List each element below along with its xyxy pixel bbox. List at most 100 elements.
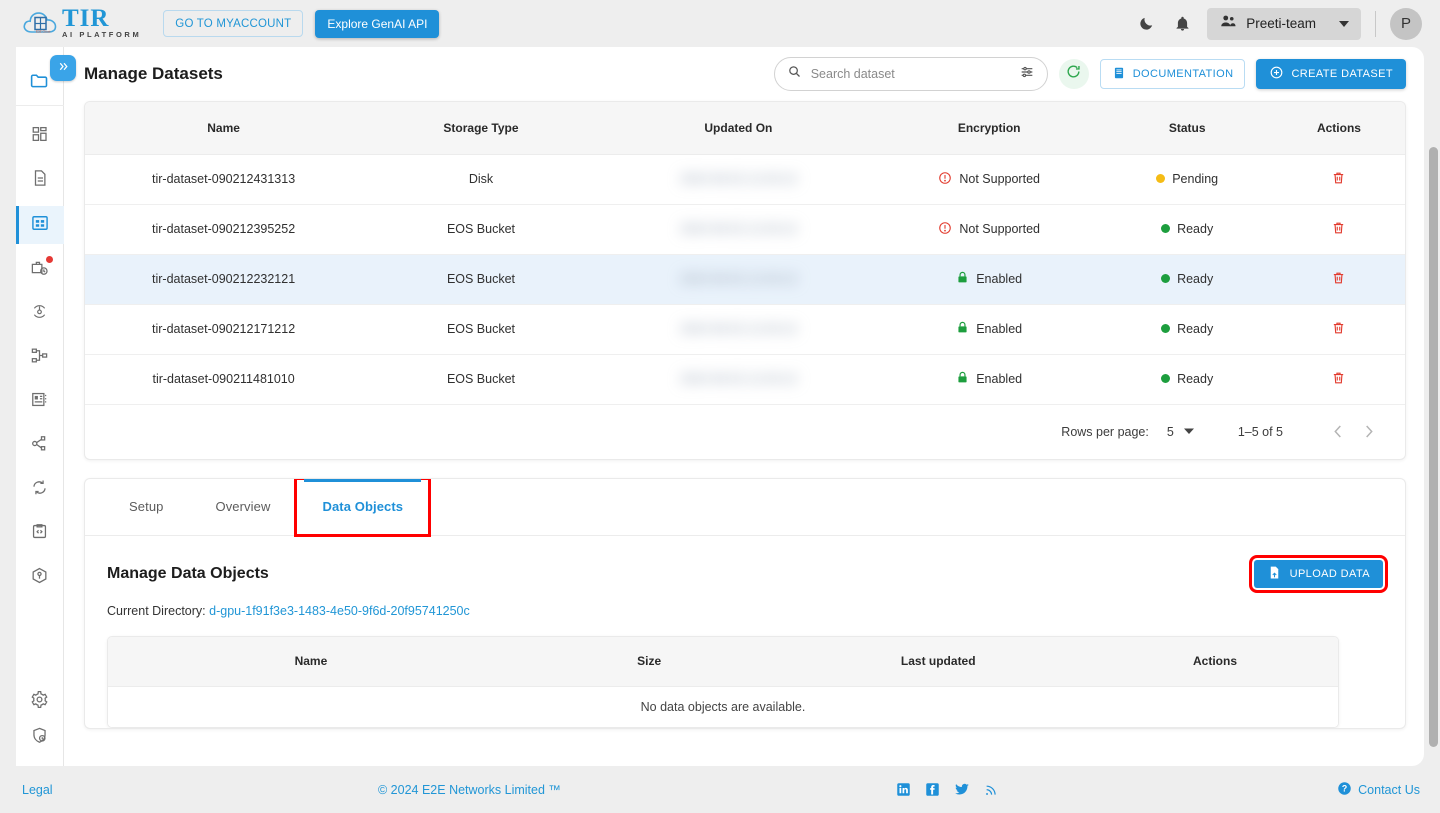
- rss-icon[interactable]: [984, 783, 998, 797]
- table-row[interactable]: tir-dataset-090211481010 EOS Bucket 2024-0…: [85, 354, 1405, 405]
- sidebar-item-jobs[interactable]: [16, 252, 64, 288]
- data-objects-table: Name Size Last updated Actions No data o…: [108, 636, 1338, 727]
- current-directory-link[interactable]: d-gpu-1f91f3e3-1483-4e50-9f6d-20f9574125…: [209, 604, 470, 618]
- avatar[interactable]: P: [1390, 7, 1422, 40]
- cell-actions: [1272, 204, 1405, 255]
- status-badge: Ready: [1177, 371, 1214, 386]
- status-badge: Ready: [1177, 221, 1214, 236]
- redacted-timestamp: 2024-09-02 12:43:13: [680, 222, 797, 236]
- svg-text:?: ?: [1342, 783, 1347, 793]
- facebook-icon[interactable]: [925, 782, 940, 797]
- sidebar-item-datasets[interactable]: [15, 206, 64, 244]
- lock-icon: [956, 271, 969, 287]
- data-objects-empty-row: No data objects are available.: [108, 686, 1338, 727]
- cell-encryption: Not Supported: [876, 154, 1102, 205]
- table-row[interactable]: tir-dataset-090212232121 EOS Bucket 2024-0…: [85, 254, 1405, 305]
- tab-overview[interactable]: Overview: [189, 479, 296, 535]
- sidebar-collapse-toggle[interactable]: [50, 55, 76, 81]
- sidebar-item-containers[interactable]: [16, 560, 64, 596]
- refresh-button[interactable]: [1058, 59, 1089, 89]
- table-row[interactable]: tir-dataset-090212431313 Disk 2024-09-02 1…: [85, 154, 1405, 205]
- trash-icon[interactable]: [1331, 322, 1346, 339]
- do-col-size: Size: [513, 636, 785, 687]
- explore-genai-api-button[interactable]: Explore GenAI API: [315, 9, 440, 38]
- trash-icon[interactable]: [1331, 372, 1346, 389]
- pagination-next-button[interactable]: [1353, 417, 1383, 447]
- do-col-last-updated: Last updated: [784, 636, 1092, 687]
- table-row[interactable]: tir-dataset-090212395252 EOS Bucket 2024-0…: [85, 204, 1405, 255]
- sidebar-item-sync[interactable]: [16, 472, 64, 508]
- sidebar-item-dashboard[interactable]: [16, 118, 64, 154]
- documentation-button[interactable]: DOCUMENTATION: [1099, 59, 1246, 89]
- do-col-name: Name: [108, 636, 514, 687]
- sidebar-item-model-repos[interactable]: [16, 384, 64, 420]
- sidebar-item-pipelines[interactable]: [16, 340, 64, 376]
- go-to-myaccount-button[interactable]: GO TO MYACCOUNT: [163, 10, 304, 37]
- page-scrollbar[interactable]: [1429, 57, 1438, 757]
- upload-data-button[interactable]: UPLOAD DATA: [1248, 554, 1389, 593]
- top-right-controls: Preeti-team P: [1135, 7, 1422, 40]
- pagination-bar: Rows per page: 5 1–5 of 5: [85, 405, 1405, 459]
- cell-actions: [1272, 154, 1405, 205]
- code-clipboard-icon: [30, 522, 49, 546]
- page-title: Manage Datasets: [84, 64, 223, 83]
- rows-per-page-select[interactable]: 5: [1167, 425, 1194, 439]
- encryption-label: Not Supported: [959, 172, 1040, 186]
- sidebar-item-notebooks[interactable]: [16, 162, 64, 198]
- cell-storage-type: EOS Bucket: [362, 254, 600, 305]
- team-selector[interactable]: Preeti-team: [1207, 7, 1361, 40]
- contact-us-label: Contact Us: [1358, 782, 1420, 797]
- encryption-label: Not Supported: [959, 222, 1040, 236]
- create-dataset-button[interactable]: CREATE DATASET: [1256, 59, 1406, 89]
- brand-logo[interactable]: E2E Cloud TIR AI PLATFORM: [22, 6, 141, 40]
- tab-label: Data Objects: [322, 499, 404, 514]
- table-row[interactable]: tir-dataset-090212171212 EOS Bucket 2024-0…: [85, 304, 1405, 355]
- plus-circle-icon: [1269, 65, 1284, 83]
- contact-us-link[interactable]: ? Contact Us: [1337, 781, 1420, 799]
- lock-icon: [956, 321, 969, 337]
- scrollbar-thumb[interactable]: [1429, 147, 1438, 747]
- col-name: Name: [85, 102, 363, 155]
- status-badge: Ready: [1177, 321, 1214, 336]
- encryption-label: Enabled: [976, 272, 1023, 286]
- cell-encryption: Not Supported: [876, 204, 1102, 255]
- pagination-prev-button[interactable]: [1323, 417, 1353, 447]
- trash-icon[interactable]: [1331, 222, 1346, 239]
- left-sidebar: [15, 47, 64, 766]
- tune-sliders-icon[interactable]: [1019, 64, 1035, 85]
- search-input[interactable]: [810, 67, 1019, 81]
- dataset-grid-icon: [30, 213, 50, 238]
- bell-icon[interactable]: [1171, 13, 1193, 35]
- cell-updated-on: 2024-09-02 12:43:13: [599, 304, 877, 355]
- search-dataset-box[interactable]: [773, 57, 1048, 91]
- cell-status: Ready: [1101, 254, 1273, 305]
- sidebar-item-deployments[interactable]: [16, 296, 64, 332]
- datasets-table-head: Name Storage Type Updated On Encryption …: [85, 102, 1405, 155]
- linkedin-icon[interactable]: [896, 782, 911, 797]
- top-navigation-bar: E2E Cloud TIR AI PLATFORM GO TO MYACCOUN…: [0, 0, 1440, 47]
- double-chevron-right-icon: [57, 60, 70, 76]
- trash-icon[interactable]: [1331, 272, 1346, 289]
- cell-actions: [1272, 304, 1405, 355]
- page-footer: Legal © 2024 E2E Networks Limited ™ ? Co…: [0, 766, 1440, 813]
- chevron-down-icon: [1339, 20, 1349, 27]
- sidebar-item-api-tokens[interactable]: [16, 516, 64, 552]
- trash-icon[interactable]: [1331, 172, 1346, 189]
- twitter-icon[interactable]: [954, 782, 970, 797]
- sidebar-item-model-endpoints[interactable]: [16, 428, 64, 464]
- encryption-label: Enabled: [976, 322, 1023, 336]
- tab-data-objects[interactable]: Data Objects: [294, 478, 432, 537]
- cell-encryption: Enabled: [876, 354, 1102, 405]
- sidebar-item-security[interactable]: [16, 727, 64, 766]
- legal-link[interactable]: Legal: [22, 783, 53, 797]
- tab-setup[interactable]: Setup: [103, 479, 189, 535]
- documentation-label: DOCUMENTATION: [1132, 68, 1234, 80]
- moon-icon[interactable]: [1135, 13, 1157, 35]
- sidebar-item-settings[interactable]: [16, 684, 64, 720]
- dataset-tabs: Setup Overview Data Objects: [85, 478, 1405, 537]
- svg-text:E2E Cloud: E2E Cloud: [36, 29, 51, 33]
- tir-cloud-logo-icon: E2E Cloud: [22, 9, 60, 39]
- data-objects-title: Manage Data Objects: [107, 564, 269, 582]
- current-directory-label: Current Directory:: [107, 603, 206, 618]
- team-name-label: Preeti-team: [1246, 16, 1316, 31]
